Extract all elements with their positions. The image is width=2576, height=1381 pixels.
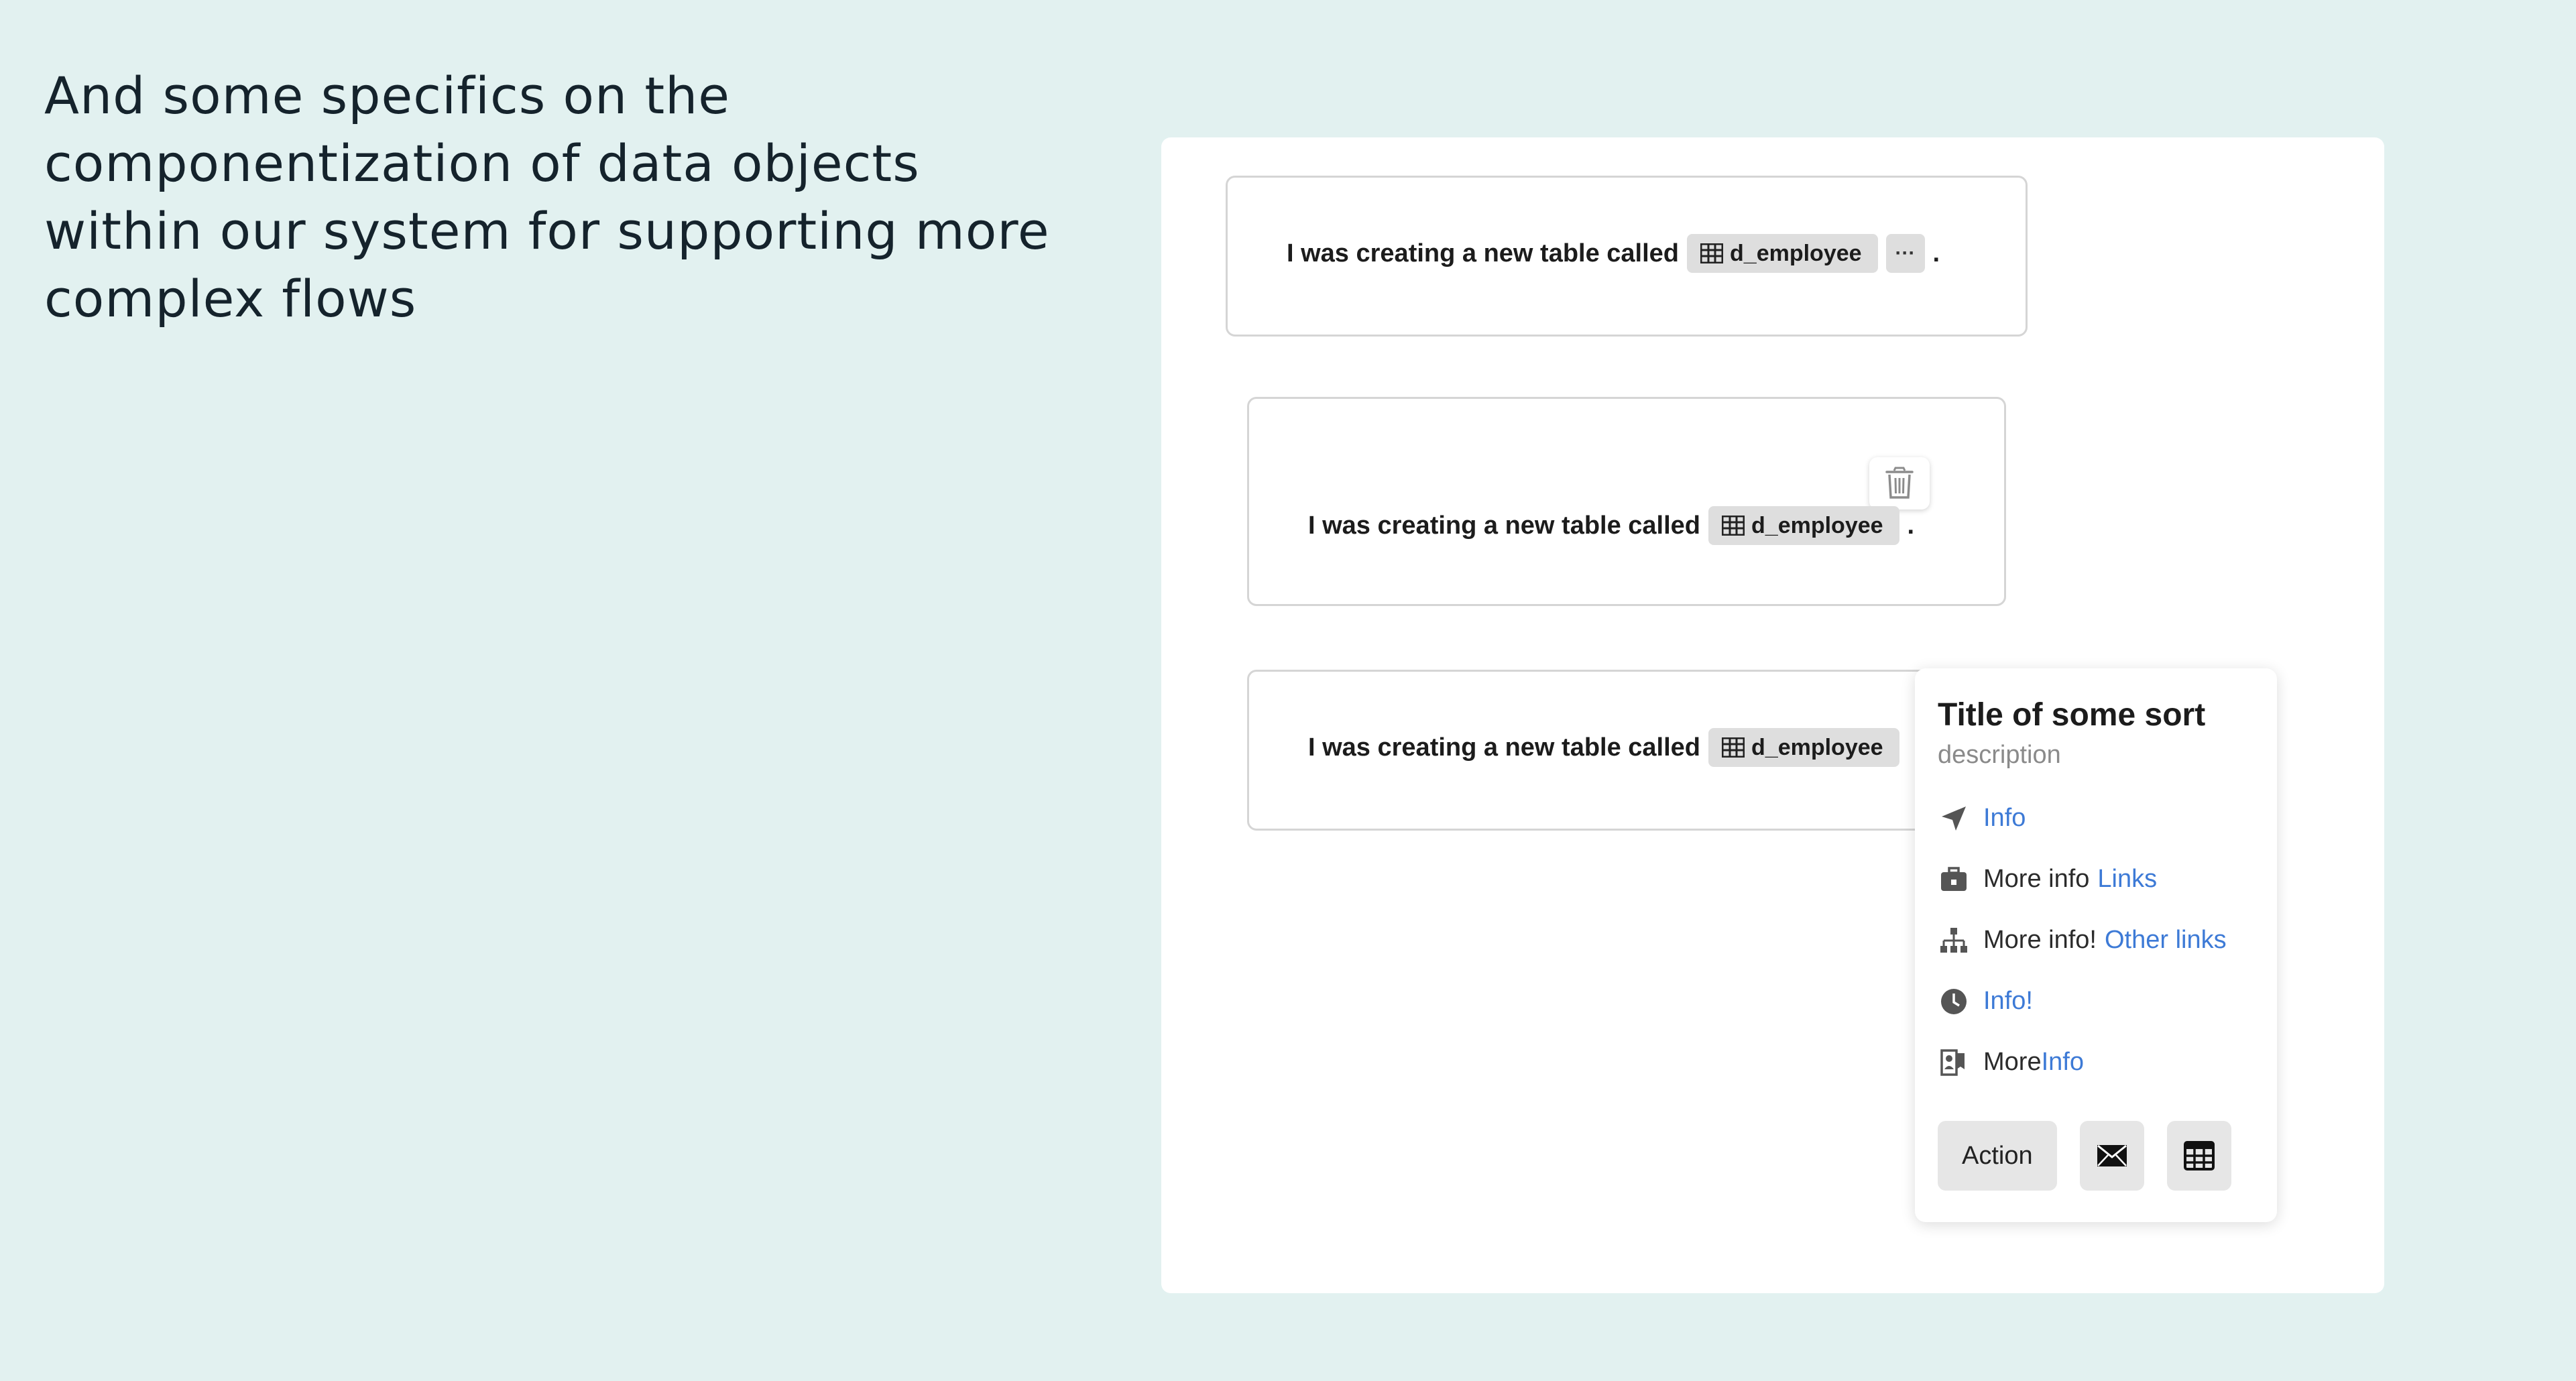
sentence-text: I was creating a new table called <box>1308 733 1701 762</box>
clock-icon <box>1938 985 1970 1018</box>
popover-row-other-links: More info! Other links <box>1938 910 2254 971</box>
org-chart-icon <box>1938 924 1970 957</box>
more-options-button[interactable]: ··· <box>1885 234 1925 273</box>
sentence-period: . <box>1932 239 1940 267</box>
popover-actions: Action <box>1938 1121 2254 1191</box>
row-text: More <box>1983 1048 2042 1076</box>
other-links-link[interactable]: Other links <box>2105 926 2227 955</box>
links-link[interactable]: Links <box>2097 865 2157 894</box>
sentence-line: I was creating a new table called d_empl… <box>1308 728 1899 767</box>
table-icon <box>1722 737 1745 758</box>
text-card-with-delete: I was creating a new table called d_empl… <box>1247 397 2006 606</box>
popover-title: Title of some sort <box>1938 697 2206 733</box>
table-icon <box>2183 1141 2215 1170</box>
popover-row-info: Info <box>1938 788 2254 849</box>
slide: And some specifics on the componentizati… <box>0 0 2576 1381</box>
row-text: More info! <box>1983 926 2097 954</box>
row-text: More info <box>1983 865 2090 893</box>
chip-label: d_employee <box>1751 512 1883 538</box>
text-card-with-popover: I was creating a new table called d_empl… <box>1247 670 2006 831</box>
mail-button[interactable] <box>2079 1121 2144 1191</box>
table-view-button[interactable] <box>2166 1121 2231 1191</box>
popover-row-clock: Info! <box>1938 971 2254 1032</box>
popover-row-more-info: More Info <box>1938 1032 2254 1093</box>
sentence-line: I was creating a new table called d_empl… <box>1308 506 1914 545</box>
popover-info-list: Info More info Links More info! Other li… <box>1938 788 2254 1093</box>
briefcase-icon <box>1938 863 1970 896</box>
table-icon <box>1722 516 1745 536</box>
more-info-link[interactable]: Info <box>2042 1048 2084 1077</box>
chip-label: d_employee <box>1730 240 1862 266</box>
mail-icon <box>2097 1144 2127 1166</box>
badge-icon <box>1938 1046 1970 1079</box>
object-popover: Title of some sort description Info More… <box>1915 668 2277 1222</box>
sentence-text: I was creating a new table called <box>1287 239 1680 267</box>
table-icon <box>1700 243 1724 263</box>
slide-heading: And some specifics on the componentizati… <box>44 66 1050 328</box>
table-chip[interactable]: d_employee <box>1687 234 1878 273</box>
action-button[interactable]: Action <box>1938 1121 2057 1191</box>
table-chip[interactable]: d_employee <box>1708 728 1899 767</box>
sentence-text: I was creating a new table called <box>1308 511 1701 540</box>
chip-label: d_employee <box>1751 734 1883 760</box>
sentence-line: I was creating a new table called d_empl… <box>1287 234 1940 273</box>
trash-icon <box>1885 467 1914 499</box>
location-arrow-icon <box>1938 802 1970 835</box>
info-link[interactable]: Info <box>1983 804 2026 833</box>
popover-row-links: More info Links <box>1938 849 2254 910</box>
table-chip[interactable]: d_employee <box>1708 506 1899 545</box>
demo-canvas: I was creating a new table called d_empl… <box>1161 137 2384 1293</box>
popover-description: description <box>1938 741 2061 769</box>
info-exclaim-link[interactable]: Info! <box>1983 987 2033 1016</box>
sentence-period: . <box>1907 511 1915 540</box>
text-card-with-more: I was creating a new table called d_empl… <box>1226 176 2028 337</box>
delete-button[interactable] <box>1869 457 1930 509</box>
